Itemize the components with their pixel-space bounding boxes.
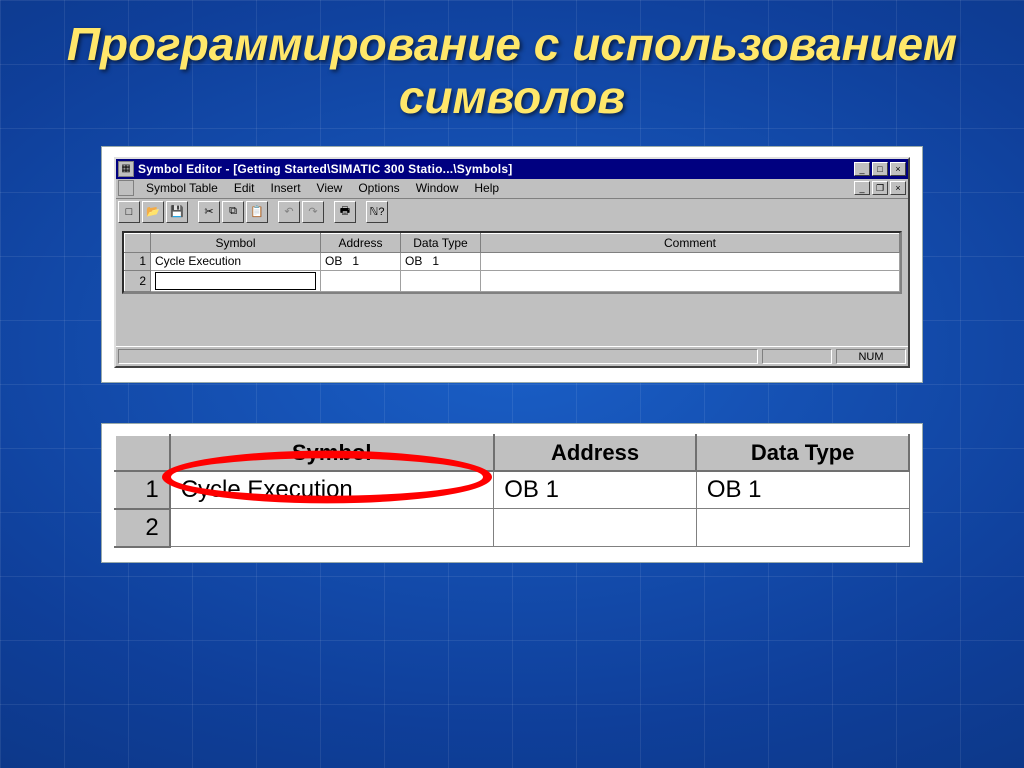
zoom-cell-symbol <box>170 509 494 547</box>
status-cell-empty <box>762 349 832 364</box>
menu-insert[interactable]: Insert <box>263 179 309 197</box>
row-header[interactable]: 2 <box>125 270 151 291</box>
symbol-input[interactable] <box>155 272 316 290</box>
toolbar-save-icon[interactable]: 💾 <box>166 201 188 223</box>
toolbar-copy-icon[interactable]: ⧉ <box>222 201 244 223</box>
zoom-cell-datatype: OB 1 <box>696 471 909 509</box>
toolbar-new-icon[interactable]: □ <box>118 201 140 223</box>
close-button[interactable]: × <box>890 162 906 176</box>
zoom-row-header: 1 <box>115 471 170 509</box>
grid-corner[interactable] <box>125 233 151 252</box>
mdi-child-icon[interactable] <box>118 180 134 196</box>
col-header-symbol[interactable]: Symbol <box>151 233 321 252</box>
toolbar-open-icon[interactable]: 📂 <box>142 201 164 223</box>
toolbar-print-icon[interactable]: 🖶 <box>334 201 356 223</box>
zoom-cell-symbol: Cycle Execution <box>170 471 494 509</box>
col-header-datatype[interactable]: Data Type <box>401 233 481 252</box>
zoom-col-header-address: Address <box>494 435 697 471</box>
maximize-button[interactable]: □ <box>872 162 888 176</box>
row-header[interactable]: 1 <box>125 252 151 270</box>
slide-title: Программирование с использованием символ… <box>0 0 1024 124</box>
toolbar-undo-icon[interactable]: ↶ <box>278 201 300 223</box>
symbol-grid[interactable]: Symbol Address Data Type Comment 1 Cycle… <box>122 231 902 294</box>
table-row: 1 Cycle Execution OB 1 OB 1 <box>115 471 909 509</box>
col-header-address[interactable]: Address <box>321 233 401 252</box>
cell-comment[interactable] <box>481 252 900 270</box>
menu-symbol-table[interactable]: Symbol Table <box>138 179 226 197</box>
zoom-cell-address: OB 1 <box>494 471 697 509</box>
cell-datatype[interactable]: OB 1 <box>401 252 481 270</box>
menu-options[interactable]: Options <box>350 179 407 197</box>
table-row[interactable]: 1 Cycle Execution OB 1 OB 1 <box>125 252 900 270</box>
cell-address[interactable]: OB 1 <box>321 252 401 270</box>
window-titlebar[interactable]: ▦ Symbol Editor - [Getting Started\SIMAT… <box>116 159 908 179</box>
zoom-cell-datatype <box>696 509 909 547</box>
cell-symbol-editing[interactable] <box>151 270 321 291</box>
screenshot-panel-editor: ▦ Symbol Editor - [Getting Started\SIMAT… <box>101 146 923 383</box>
zoom-grid: Symbol Address Data Type 1 Cycle Executi… <box>114 434 910 548</box>
mdi-close-button[interactable]: × <box>890 181 906 195</box>
cell-address[interactable] <box>321 270 401 291</box>
menu-help[interactable]: Help <box>466 179 507 197</box>
mdi-minimize-button[interactable]: _ <box>854 181 870 195</box>
status-cell-num: NUM <box>836 349 906 364</box>
zoom-col-header-datatype: Data Type <box>696 435 909 471</box>
symbol-editor-window: ▦ Symbol Editor - [Getting Started\SIMAT… <box>114 157 910 368</box>
menu-bar: Symbol Table Edit Insert View Options Wi… <box>116 179 908 199</box>
cell-comment[interactable] <box>481 270 900 291</box>
zoom-col-header-symbol: Symbol <box>170 435 494 471</box>
menu-edit[interactable]: Edit <box>226 179 263 197</box>
menu-view[interactable]: View <box>309 179 351 197</box>
col-header-comment[interactable]: Comment <box>481 233 900 252</box>
cell-symbol[interactable]: Cycle Execution <box>151 252 321 270</box>
window-title-text: Symbol Editor - [Getting Started\SIMATIC… <box>138 162 852 176</box>
mdi-restore-button[interactable]: ❐ <box>872 181 888 195</box>
cell-datatype[interactable] <box>401 270 481 291</box>
toolbar-context-help-icon[interactable]: ℕ? <box>366 201 388 223</box>
status-bar: NUM <box>116 346 908 366</box>
toolbar-paste-icon[interactable]: 📋 <box>246 201 268 223</box>
system-menu-icon[interactable]: ▦ <box>118 161 134 177</box>
zoom-row-header: 2 <box>115 509 170 547</box>
zoom-cell-address <box>494 509 697 547</box>
minimize-button[interactable]: _ <box>854 162 870 176</box>
toolbar: □ 📂 💾 ✂ ⧉ 📋 ↶ ↷ 🖶 ℕ? <box>116 199 908 225</box>
screenshot-panel-zoom: Symbol Address Data Type 1 Cycle Executi… <box>101 423 923 563</box>
table-row: 2 <box>115 509 909 547</box>
toolbar-redo-icon[interactable]: ↷ <box>302 201 324 223</box>
toolbar-cut-icon[interactable]: ✂ <box>198 201 220 223</box>
zoom-grid-corner <box>115 435 170 471</box>
menu-window[interactable]: Window <box>408 179 467 197</box>
table-row[interactable]: 2 <box>125 270 900 291</box>
status-spacer <box>118 349 758 364</box>
